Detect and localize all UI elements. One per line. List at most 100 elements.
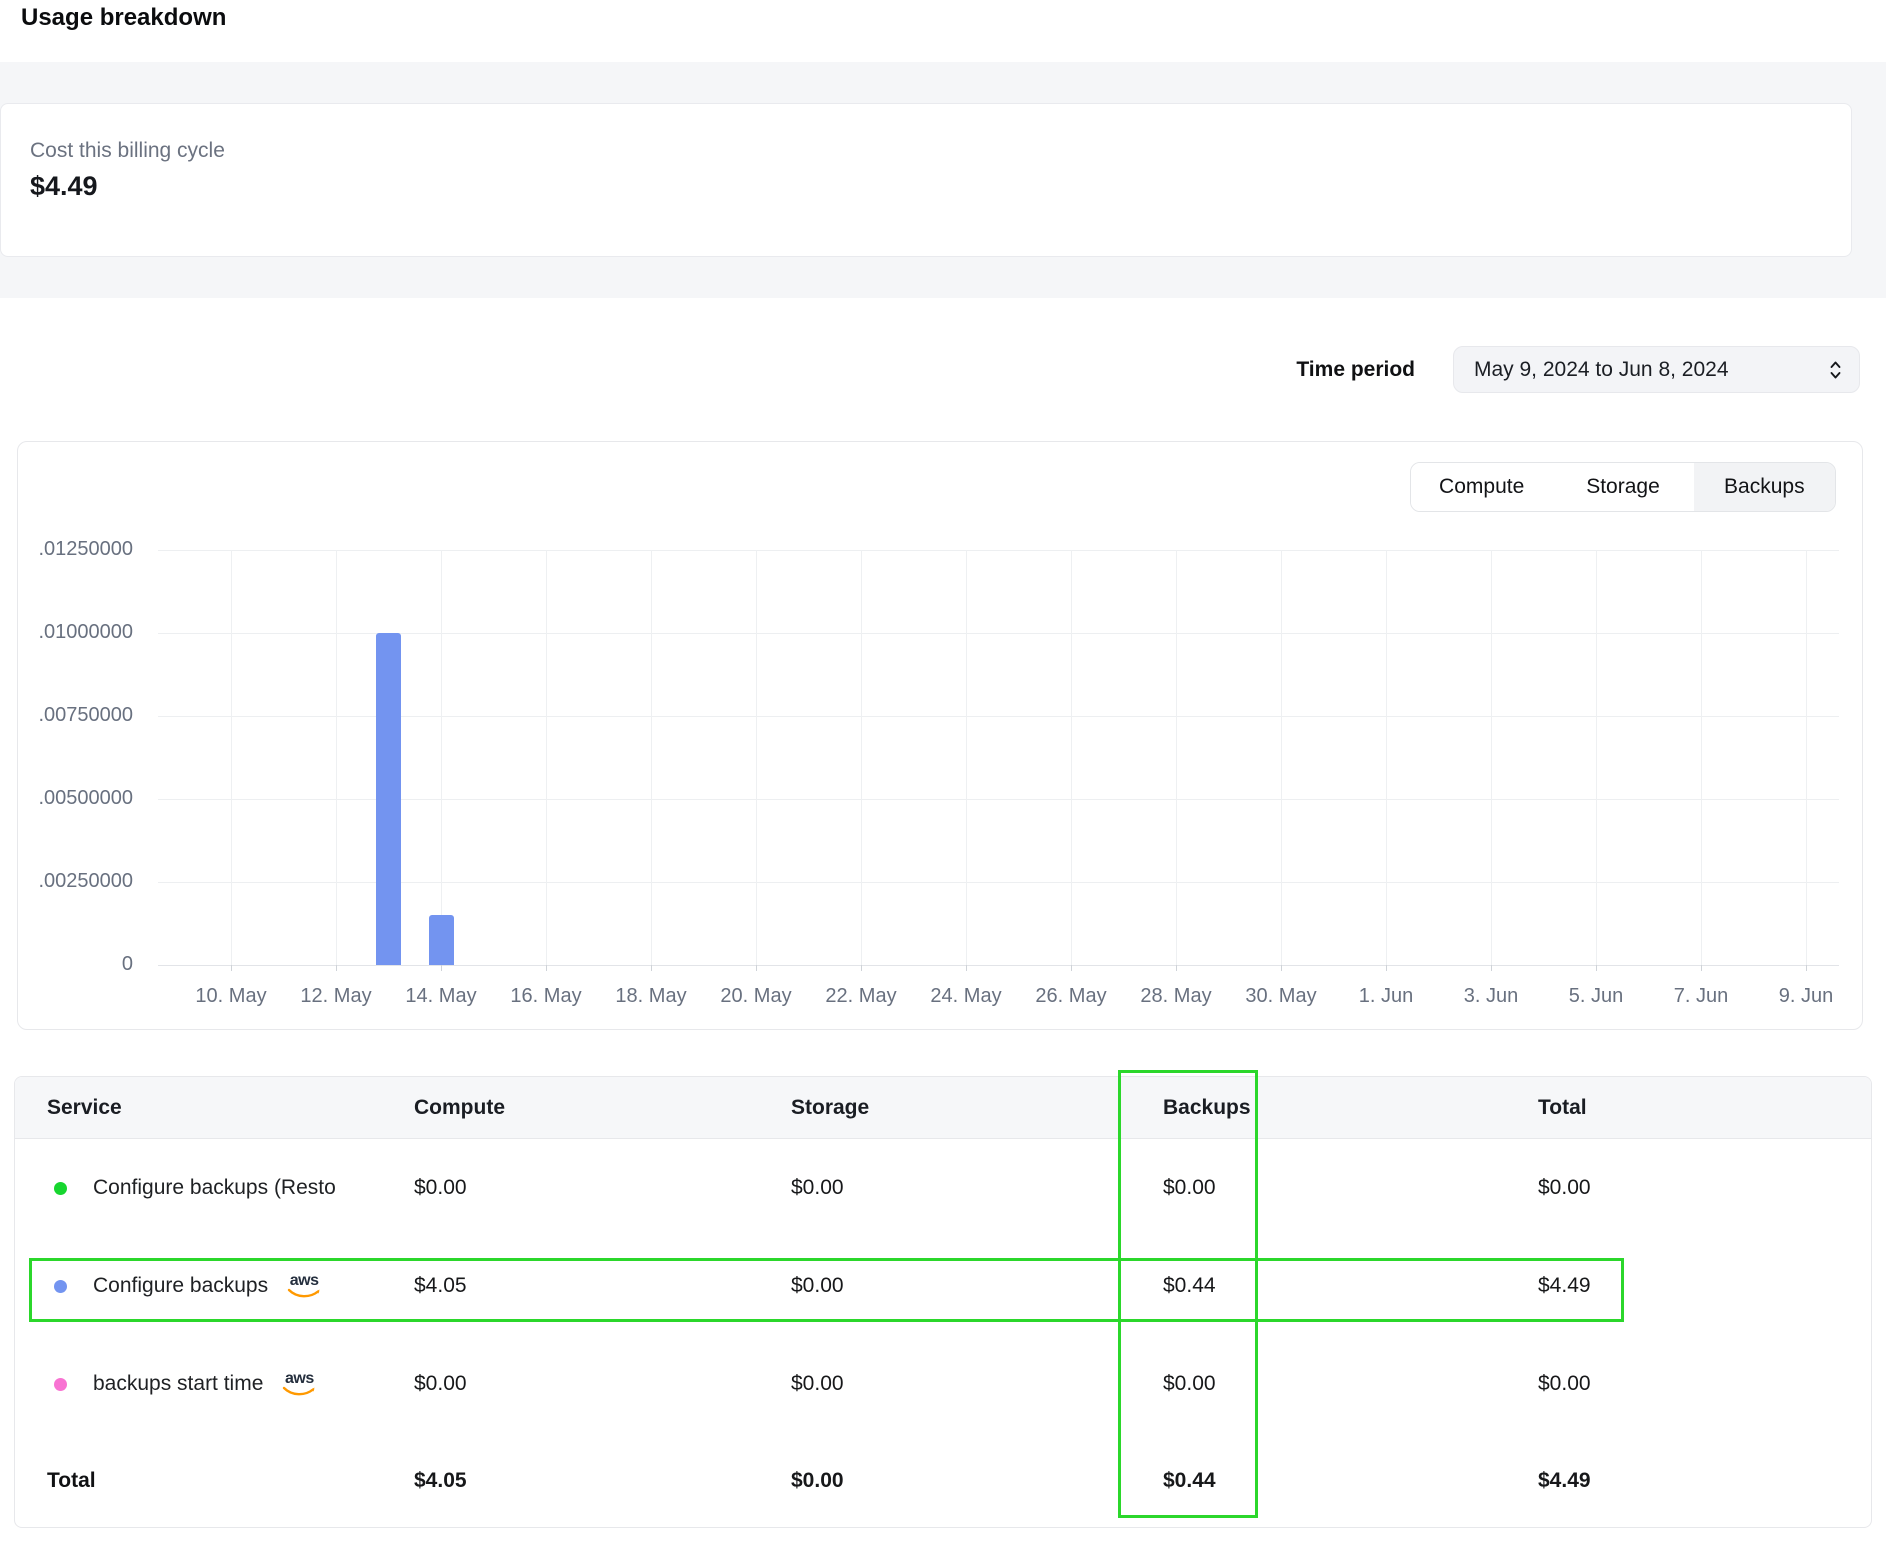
- compute-total: $4.05: [414, 1469, 791, 1493]
- x-axis-tick: [1386, 965, 1387, 971]
- cost-card-value: $4.49: [30, 171, 1851, 202]
- x-axis-tick: [1281, 965, 1282, 971]
- x-axis-tick: [231, 965, 232, 971]
- x-axis-tick: [861, 965, 862, 971]
- chart-bar-14-may: [429, 915, 454, 965]
- x-axis-tick: [1176, 965, 1177, 971]
- grand-total: $4.49: [1538, 1469, 1871, 1493]
- x-axis-tick: [336, 965, 337, 971]
- x-gridline: [651, 550, 652, 965]
- table-header-row: Service Compute Storage Backups Total: [15, 1077, 1871, 1139]
- x-axis-tick-label: 28. May: [1116, 985, 1236, 1008]
- time-period-selected-value: May 9, 2024 to Jun 8, 2024: [1474, 358, 1828, 382]
- annotation-configure-backups-row-highlight: [29, 1258, 1624, 1322]
- x-axis-tick-label: 20. May: [696, 985, 816, 1008]
- table-row: Configure backups (Resto $0.00 $0.00 $0.…: [15, 1139, 1871, 1237]
- y-axis-tick-label: 0: [13, 953, 133, 976]
- x-axis-tick-label: 5. Jun: [1536, 985, 1656, 1008]
- storage-total: $0.00: [791, 1469, 1163, 1493]
- usage-chart-card: Compute Storage Backups .01250000.010000…: [17, 441, 1863, 1030]
- service-name: backups start time: [93, 1372, 263, 1396]
- service-cell: Configure backups (Resto: [15, 1176, 414, 1200]
- page-title: Usage breakdown: [21, 4, 226, 32]
- x-gridline: [1491, 550, 1492, 965]
- x-axis-tick: [966, 965, 967, 971]
- y-axis-tick-label: .00500000: [13, 787, 133, 810]
- x-axis-tick-label: 14. May: [381, 985, 501, 1008]
- x-axis-tick-label: 3. Jun: [1431, 985, 1551, 1008]
- x-gridline: [441, 550, 442, 965]
- y-axis-tick-label: .01000000: [13, 621, 133, 644]
- series-dot: [54, 1182, 67, 1195]
- total-row-label: Total: [15, 1469, 414, 1493]
- y-gridline: [158, 633, 1839, 634]
- x-gridline: [966, 550, 967, 965]
- x-gridline: [231, 550, 232, 965]
- x-axis-tick: [1491, 965, 1492, 971]
- x-axis-tick: [1701, 965, 1702, 971]
- x-axis-tick-label: 7. Jun: [1641, 985, 1761, 1008]
- x-gridline: [1386, 550, 1387, 965]
- compute-value: $0.00: [414, 1176, 791, 1200]
- x-gridline: [1701, 550, 1702, 965]
- select-updown-icon: [1828, 358, 1843, 382]
- x-axis-tick: [1071, 965, 1072, 971]
- y-gridline: [158, 550, 1839, 551]
- compute-value: $0.00: [414, 1372, 791, 1396]
- y-gridline: [158, 799, 1839, 800]
- x-gridline: [546, 550, 547, 965]
- y-gridline: [158, 882, 1839, 883]
- x-axis-tick-label: 10. May: [171, 985, 291, 1008]
- storage-value: $0.00: [791, 1176, 1163, 1200]
- x-gridline: [1806, 550, 1807, 965]
- service-name: Configure backups (Resto: [93, 1176, 336, 1200]
- time-period-select[interactable]: May 9, 2024 to Jun 8, 2024: [1453, 346, 1860, 393]
- time-period-label: Time period: [1296, 358, 1415, 382]
- x-gridline: [336, 550, 337, 965]
- total-value: $0.00: [1538, 1372, 1871, 1396]
- x-axis-tick: [1596, 965, 1597, 971]
- storage-value: $0.00: [791, 1372, 1163, 1396]
- x-gridline: [861, 550, 862, 965]
- x-axis-tick-label: 12. May: [276, 985, 396, 1008]
- summary-section: Cost this billing cycle $4.49: [0, 62, 1886, 298]
- x-axis-tick-label: 24. May: [906, 985, 1026, 1008]
- aws-logo-icon: aws: [281, 1372, 317, 1397]
- x-axis-tick-label: 22. May: [801, 985, 921, 1008]
- cost-card: Cost this billing cycle $4.49: [0, 103, 1852, 257]
- chart-bar-13-may: [376, 633, 401, 965]
- table-row: backups start time aws $0.00 $0.00 $0.00…: [15, 1335, 1871, 1433]
- x-axis-tick-label: 1. Jun: [1326, 985, 1446, 1008]
- x-axis-tick: [1806, 965, 1807, 971]
- x-axis-tick: [756, 965, 757, 971]
- y-axis-tick-label: .00750000: [13, 704, 133, 727]
- y-axis-tick-label: .01250000: [13, 538, 133, 561]
- x-gridline: [1071, 550, 1072, 965]
- bar-chart-plot: .01250000.01000000.00750000.00500000.002…: [18, 442, 1864, 1031]
- x-axis-tick: [651, 965, 652, 971]
- column-header-total: Total: [1538, 1096, 1871, 1120]
- x-axis-tick: [546, 965, 547, 971]
- x-axis-tick-label: 16. May: [486, 985, 606, 1008]
- table-total-row: Total $4.05 $0.00 $0.44 $4.49: [15, 1433, 1871, 1528]
- service-cell: backups start time aws: [15, 1372, 414, 1397]
- column-header-compute: Compute: [414, 1096, 791, 1120]
- x-axis-tick-label: 26. May: [1011, 985, 1131, 1008]
- column-header-service: Service: [15, 1096, 414, 1120]
- x-gridline: [1596, 550, 1597, 965]
- y-gridline: [158, 965, 1839, 966]
- series-dot: [54, 1378, 67, 1391]
- x-axis-tick-label: 9. Jun: [1746, 985, 1866, 1008]
- total-value: $0.00: [1538, 1176, 1871, 1200]
- time-period-row: Time period May 9, 2024 to Jun 8, 2024: [0, 346, 1860, 393]
- x-axis-tick-label: 18. May: [591, 985, 711, 1008]
- x-gridline: [756, 550, 757, 965]
- y-gridline: [158, 716, 1839, 717]
- column-header-storage: Storage: [791, 1096, 1163, 1120]
- y-axis-tick-label: .00250000: [13, 870, 133, 893]
- x-gridline: [1176, 550, 1177, 965]
- cost-card-label: Cost this billing cycle: [30, 138, 1851, 164]
- x-axis-tick: [441, 965, 442, 971]
- x-axis-tick-label: 30. May: [1221, 985, 1341, 1008]
- x-gridline: [1281, 550, 1282, 965]
